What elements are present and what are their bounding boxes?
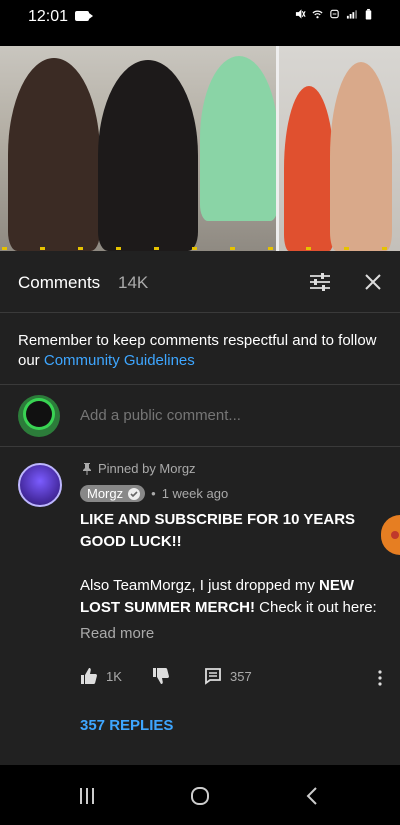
guidelines-notice: Remember to keep comments respectful and… (0, 313, 400, 385)
video-split-divider (276, 46, 279, 251)
more-vert-icon[interactable] (372, 669, 388, 687)
comment-body: LIKE AND SUBSCRIBE FOR 10 YEARS GOOD LUC… (80, 509, 380, 619)
add-comment-row[interactable] (0, 385, 400, 447)
avatar[interactable] (18, 463, 62, 507)
comment-line-2: Also TeamMorgz, I just dropped my NEW LO… (80, 575, 380, 619)
read-more-link[interactable]: Read more (80, 625, 154, 642)
status-icons (295, 8, 374, 20)
data-icon (330, 9, 339, 19)
video-player[interactable] (0, 46, 400, 251)
comment-bubble-icon (205, 668, 221, 685)
person-figure (330, 62, 392, 251)
comment-line-2-suffix: Check it out here: (255, 599, 377, 616)
thumbs-down-icon (153, 668, 169, 684)
comment-actions: 1K 357 (80, 667, 390, 691)
battery-icon (365, 8, 372, 20)
reply-count: 357 (230, 668, 252, 684)
author-row: Morgz • 1 week ago (80, 485, 228, 502)
status-time: 12:01 (28, 8, 69, 25)
community-guidelines-link[interactable]: Community Guidelines (44, 352, 195, 369)
recent-apps-icon[interactable] (76, 785, 98, 807)
comments-count: 14K (118, 273, 149, 292)
add-comment-input[interactable] (80, 407, 370, 424)
close-icon[interactable] (362, 271, 384, 293)
pin-icon (83, 463, 91, 475)
system-nav-bar (0, 765, 400, 825)
comment-line-2-prefix: Also TeamMorgz, I just dropped my (80, 577, 319, 594)
author-name: Morgz (87, 486, 124, 501)
comment-item: Pinned by Morgz Morgz • 1 week ago LIKE … (0, 447, 400, 765)
avatar (18, 395, 60, 437)
view-replies-button[interactable]: 357 REPLIES (80, 717, 173, 734)
thumbs-up-icon (81, 668, 97, 684)
dislike-button[interactable] (152, 667, 170, 685)
pinned-text: Pinned by Morgz (98, 461, 196, 476)
pinned-label: Pinned by Morgz (82, 461, 196, 476)
video-call-icon (75, 11, 93, 21)
comments-header: Comments 14K (0, 251, 400, 313)
comments-panel: Comments 14K Remember to keep comments r… (0, 251, 400, 765)
comment-time: 1 week ago (161, 486, 229, 501)
person-figure (200, 56, 278, 221)
person-figure (284, 86, 334, 251)
person-figure (98, 60, 198, 251)
status-bar: 12:01 (0, 0, 400, 34)
person-figure (8, 58, 100, 251)
wifi-icon (312, 10, 323, 19)
comments-title: Comments (18, 273, 101, 292)
like-count: 1K (106, 668, 122, 684)
sort-filter-icon[interactable] (308, 271, 332, 293)
back-icon[interactable] (302, 785, 324, 807)
mute-icon (295, 9, 306, 19)
home-icon[interactable] (189, 785, 211, 807)
separator-dot: • (151, 486, 156, 501)
signal-icon (346, 10, 357, 19)
reply-button[interactable]: 357 (204, 667, 252, 685)
comment-line-1: LIKE AND SUBSCRIBE FOR 10 YEARS GOOD LUC… (80, 511, 356, 550)
author-chip[interactable]: Morgz (80, 485, 146, 502)
like-button[interactable]: 1K (80, 667, 122, 685)
verified-icon (128, 487, 141, 500)
